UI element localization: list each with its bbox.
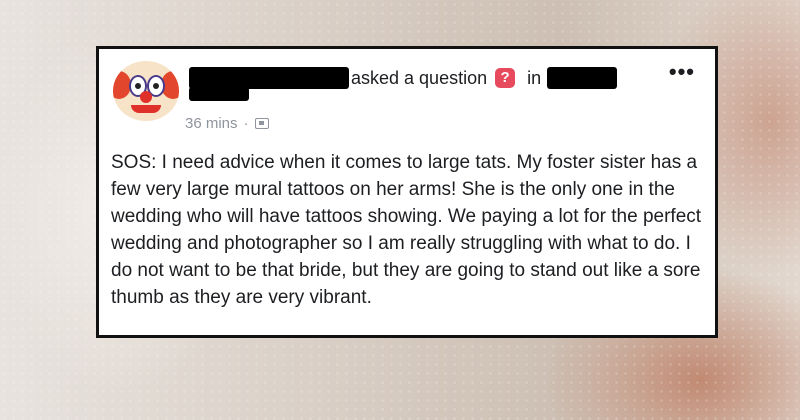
redacted-group-name [547,67,618,89]
meta-separator: · [243,115,249,132]
in-label: in [527,67,542,88]
redacted-author-name [189,67,349,89]
group-icon [254,118,269,129]
more-options-icon[interactable]: ••• [669,61,695,83]
post-meta: 36 mins · [185,115,269,132]
redacted-author-name-line2 [189,87,249,101]
post-header: asked a question ? in [189,63,618,93]
post-action-text: asked a question [351,67,488,88]
facebook-post-card: asked a question ? in ••• 36 mins · SOS:… [96,46,718,338]
post-body-text: SOS: I need advice when it comes to larg… [111,152,702,308]
post-timestamp[interactable]: 36 mins [185,115,238,132]
question-icon: ? [495,68,516,88]
clown-avatar-icon[interactable] [113,61,179,121]
